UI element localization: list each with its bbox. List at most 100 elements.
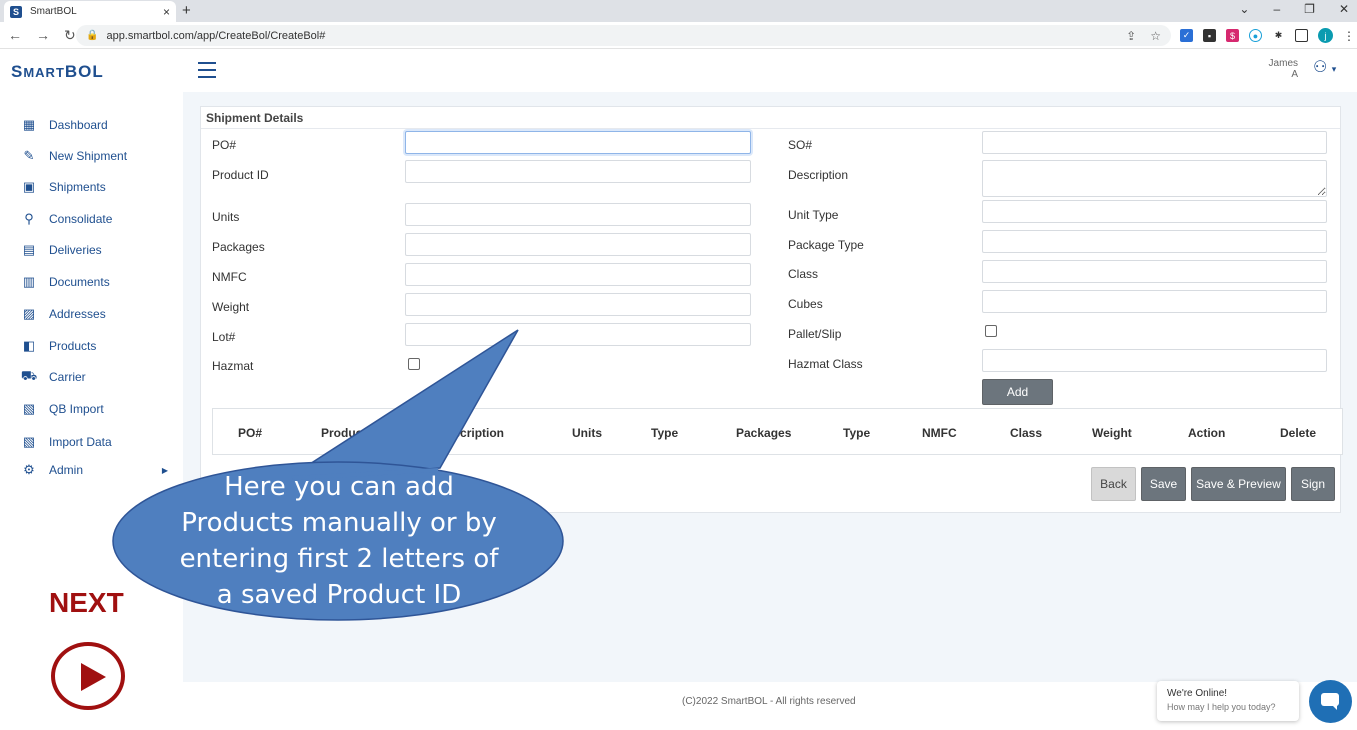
- file-import-icon: ▧: [22, 434, 36, 449]
- browser-tab-bar: S SmartBOL × + ⌄ – ❐ ✕: [0, 0, 1357, 22]
- col-header: Product Id: [321, 426, 381, 440]
- po-input[interactable]: [405, 131, 751, 154]
- smartbol-favicon-icon: S: [10, 5, 22, 18]
- chat-icon[interactable]: [1309, 680, 1352, 723]
- sidebar-item-shipments[interactable]: ▣ Shipments: [22, 177, 172, 197]
- sidebar-item-import-data[interactable]: ▧ Import Data: [22, 432, 172, 452]
- product-id-label: Product ID: [212, 168, 269, 182]
- smartbol-logo[interactable]: SMARTBOL: [11, 62, 104, 82]
- nmfc-label: NMFC: [212, 270, 247, 284]
- col-header: Delete: [1280, 426, 1317, 440]
- user-icon[interactable]: ⚇ ▾: [1313, 57, 1336, 77]
- kebab-menu-icon[interactable]: ⋮: [1343, 29, 1355, 43]
- description-textarea[interactable]: [982, 160, 1327, 197]
- logo-s: S: [11, 62, 24, 81]
- units-input[interactable]: [405, 203, 751, 226]
- play-icon[interactable]: [51, 642, 125, 710]
- sidepanel-icon[interactable]: [1295, 29, 1308, 42]
- reload-icon[interactable]: ↻: [64, 27, 76, 44]
- dashboard-icon: ▦: [22, 117, 36, 132]
- add-button[interactable]: Add: [982, 379, 1053, 405]
- callout-line: Here you can add: [224, 472, 454, 502]
- browser-toolbar: ← → ↻ 🔒 app.smartbol.com/app/CreateBol/C…: [0, 22, 1357, 49]
- callout-line: entering first 2 letters of: [179, 544, 499, 574]
- hazmat-class-input[interactable]: [982, 349, 1327, 372]
- chat-title: We're Online!: [1167, 688, 1228, 699]
- chat-bubble[interactable]: We're Online! How may I help you today?: [1157, 681, 1299, 721]
- next-label[interactable]: NEXT: [49, 587, 124, 619]
- sidebar-item-label: Dashboard: [49, 118, 108, 132]
- logo-bol: BOL: [64, 62, 104, 81]
- save-preview-button[interactable]: Save & Preview: [1191, 467, 1286, 501]
- weight-label: Weight: [212, 300, 250, 314]
- logo-mart: MART: [23, 65, 65, 80]
- share-icon[interactable]: ⇪: [1126, 29, 1136, 43]
- product-id-input[interactable]: [405, 160, 751, 183]
- sidebar-item-consolidate[interactable]: ⚲ Consolidate: [22, 209, 172, 229]
- so-input[interactable]: [982, 131, 1327, 154]
- hamburger-menu-icon[interactable]: [198, 62, 216, 78]
- nmfc-input[interactable]: [405, 263, 751, 286]
- sidebar-item-label: Products: [49, 339, 97, 353]
- lot-input[interactable]: [405, 323, 751, 346]
- sidebar-item-products[interactable]: ◧ Products: [22, 336, 172, 356]
- sidebar-item-deliveries[interactable]: ▤ Deliveries: [22, 240, 172, 260]
- new-tab-icon[interactable]: +: [182, 2, 191, 19]
- sidebar-item-label: New Shipment: [49, 149, 128, 163]
- browser-tab[interactable]: S SmartBOL ×: [4, 1, 176, 22]
- so-label: SO#: [788, 138, 813, 152]
- sidebar-item-qb-import[interactable]: ▧ QB Import: [22, 399, 172, 419]
- col-header: Action: [1188, 426, 1226, 440]
- class-input[interactable]: [982, 260, 1327, 283]
- minimize-icon[interactable]: –: [1273, 2, 1280, 16]
- callout-text: Here you can add Products manually or by…: [140, 469, 538, 613]
- weight-input[interactable]: [405, 293, 751, 316]
- col-header: PO#: [238, 426, 263, 440]
- tab-search-icon[interactable]: ⌄: [1239, 2, 1249, 16]
- save-button[interactable]: Save: [1141, 467, 1186, 501]
- sidebar-item-label: Deliveries: [49, 243, 102, 257]
- package-type-input[interactable]: [982, 230, 1327, 253]
- truck-icon: ⛟: [20, 368, 38, 383]
- sidebar-item-label: Addresses: [49, 307, 106, 321]
- close-tab-icon[interactable]: ×: [163, 5, 170, 19]
- sidebar-item-dashboard[interactable]: ▦ Dashboard: [22, 115, 172, 135]
- extension-icon[interactable]: ▪: [1203, 29, 1216, 42]
- extension-icon[interactable]: $: [1226, 29, 1239, 42]
- star-icon[interactable]: ☆: [1150, 29, 1161, 43]
- hazmat-class-label: Hazmat Class: [788, 357, 863, 371]
- packages-input[interactable]: [405, 233, 751, 256]
- sidebar-item-addresses[interactable]: ▨ Addresses: [22, 304, 172, 324]
- extensions-area: ✓ ▪ $ ● ✱ j ⋮: [1180, 28, 1355, 43]
- extension-icon[interactable]: ✓: [1180, 29, 1193, 42]
- pallet-slip-checkbox[interactable]: [985, 325, 997, 337]
- unit-type-input[interactable]: [982, 200, 1327, 223]
- file-import-icon: ▧: [22, 401, 36, 416]
- hazmat-checkbox[interactable]: [408, 358, 420, 370]
- lot-label: Lot#: [212, 330, 236, 344]
- document-icon: ▥: [22, 274, 36, 289]
- col-header: Description: [438, 426, 505, 440]
- description-label: Description: [788, 168, 849, 182]
- packages-label: Packages: [212, 240, 265, 254]
- sidebar-item-carrier[interactable]: ⛟ Carrier: [20, 367, 172, 387]
- cubes-input[interactable]: [982, 290, 1327, 313]
- sign-button[interactable]: Sign: [1291, 467, 1335, 501]
- close-window-icon[interactable]: ✕: [1339, 2, 1349, 16]
- address-bar[interactable]: 🔒 app.smartbol.com/app/CreateBol/CreateB…: [76, 25, 1171, 46]
- back-arrow-icon[interactable]: ←: [8, 27, 22, 44]
- puzzle-icon[interactable]: ✱: [1272, 29, 1285, 42]
- extension-icon[interactable]: ●: [1249, 29, 1262, 42]
- tab-title: SmartBOL: [30, 6, 77, 17]
- users-cog-icon: ⚙: [23, 462, 35, 477]
- hazmat-label: Hazmat: [212, 359, 254, 373]
- restore-icon[interactable]: ❐: [1304, 2, 1315, 16]
- nav-buttons: ← → ↻: [8, 27, 76, 44]
- col-header: Weight: [1092, 426, 1132, 440]
- forward-arrow-icon[interactable]: →: [36, 27, 50, 44]
- profile-avatar[interactable]: j: [1318, 28, 1333, 43]
- sidebar-item-new-shipment[interactable]: ✎ New Shipment: [22, 146, 172, 166]
- lock-icon: 🔒: [86, 30, 99, 41]
- back-button[interactable]: Back: [1091, 467, 1136, 501]
- sidebar-item-documents[interactable]: ▥ Documents: [22, 272, 172, 292]
